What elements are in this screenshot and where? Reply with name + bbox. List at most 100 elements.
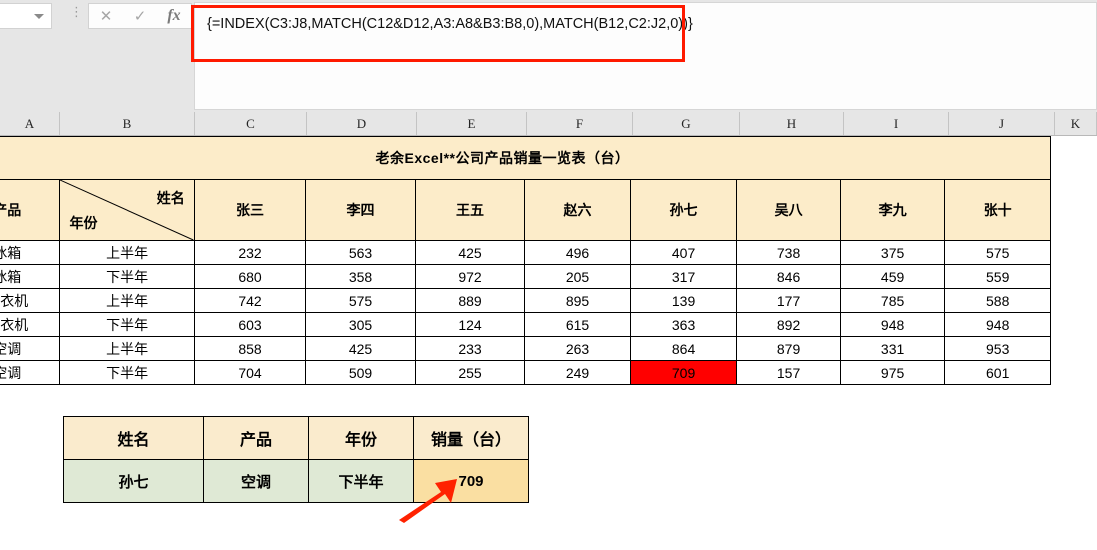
cell-value[interactable]: 407 [629, 240, 738, 265]
diagonal-header-cell: 姓名 年份 [59, 179, 195, 241]
cell-value[interactable]: 615 [524, 312, 631, 337]
column-header-row: A B C D E F G H I J K [0, 112, 1097, 136]
cell-value[interactable]: 425 [414, 240, 526, 265]
cell-period[interactable]: 下半年 [59, 312, 195, 337]
cell-product[interactable]: 空调 [0, 336, 61, 361]
cell-value[interactable]: 305 [305, 312, 416, 337]
cell-value[interactable]: 575 [944, 240, 1051, 265]
cell-value[interactable]: 738 [736, 240, 841, 265]
fx-icon[interactable]: fx [159, 8, 189, 24]
lookup-value-period[interactable]: 下半年 [308, 459, 414, 503]
formula-text: {=INDEX(C3:J8,MATCH(C12&D12,A3:A8&B3:B8,… [207, 16, 693, 32]
table-row: 洗衣机 下半年 603 305 124 615 363 892 948 948 [0, 312, 1051, 337]
cell-value[interactable]: 263 [524, 336, 631, 361]
column-header-a[interactable]: A [0, 112, 60, 135]
column-header-c[interactable]: C [195, 112, 307, 135]
cell-value[interactable]: 704 [193, 360, 307, 385]
column-header-k[interactable]: K [1055, 112, 1097, 135]
cell-value[interactable]: 205 [524, 264, 631, 289]
cell-value[interactable]: 846 [736, 264, 841, 289]
cell-product[interactable]: 洗衣机 [0, 312, 61, 337]
diagonal-header-upper-label: 姓名 [156, 192, 185, 207]
cell-value-highlighted[interactable]: 709 [629, 360, 738, 385]
column-header-e[interactable]: E [417, 112, 527, 135]
cell-value[interactable]: 948 [839, 312, 946, 337]
cell-value[interactable]: 559 [944, 264, 1051, 289]
table-row: 冰箱 上半年 232 563 425 496 407 738 375 575 [0, 240, 1051, 265]
header-product: 产品 [0, 179, 61, 241]
table-title: 老余Excel**公司产品销量一览表（台） [0, 136, 1051, 180]
cell-period[interactable]: 上半年 [59, 336, 195, 361]
cell-value[interactable]: 975 [839, 360, 946, 385]
cell-value[interactable]: 375 [839, 240, 946, 265]
cell-value[interactable]: 864 [629, 336, 738, 361]
cell-value[interactable]: 255 [414, 360, 526, 385]
close-icon[interactable]: ✕ [91, 9, 121, 24]
cell-value[interactable]: 331 [839, 336, 946, 361]
cell-value[interactable]: 563 [305, 240, 416, 265]
formula-action-buttons: ✕ ✓ fx [88, 3, 192, 29]
cell-product[interactable]: 空调 [0, 360, 61, 385]
name-box[interactable] [0, 3, 52, 29]
cell-value[interactable]: 509 [305, 360, 416, 385]
cell-value[interactable]: 742 [193, 288, 307, 313]
lookup-header-name: 姓名 [63, 416, 204, 460]
column-header-b[interactable]: B [60, 112, 195, 135]
cell-value[interactable]: 680 [193, 264, 307, 289]
cell-value[interactable]: 177 [736, 288, 841, 313]
table-row: 冰箱 下半年 680 358 972 205 317 846 459 559 [0, 264, 1051, 289]
cell-value[interactable]: 889 [414, 288, 526, 313]
cell-value[interactable]: 588 [944, 288, 1051, 313]
cell-value[interactable]: 249 [524, 360, 631, 385]
cell-value[interactable]: 879 [736, 336, 841, 361]
vertical-dots-icon: ⋮ [70, 4, 83, 19]
column-header-i[interactable]: I [844, 112, 949, 135]
cell-period[interactable]: 下半年 [59, 360, 195, 385]
cell-value[interactable]: 601 [944, 360, 1051, 385]
lookup-result-cell[interactable]: 709 [413, 459, 529, 503]
cell-value[interactable]: 157 [736, 360, 841, 385]
cell-value[interactable]: 233 [414, 336, 526, 361]
lookup-header-period: 年份 [308, 416, 414, 460]
formula-input[interactable]: {=INDEX(C3:J8,MATCH(C12&D12,A3:A8&B3:B8,… [194, 2, 1097, 110]
cell-value[interactable]: 785 [839, 288, 946, 313]
header-name-1: 李四 [305, 179, 416, 241]
cell-value[interactable]: 603 [193, 312, 307, 337]
cell-product[interactable]: 冰箱 [0, 264, 61, 289]
lookup-result-table: 姓名 产品 年份 销量（台） 孙七 空调 下半年 709 [63, 416, 529, 503]
column-header-j[interactable]: J [949, 112, 1055, 135]
header-name-0: 张三 [193, 179, 307, 241]
cell-product[interactable]: 洗衣机 [0, 288, 61, 313]
cell-value[interactable]: 124 [414, 312, 526, 337]
table-row: 空调 上半年 858 425 233 263 864 879 331 953 [0, 336, 1051, 361]
cell-value[interactable]: 363 [629, 312, 738, 337]
check-icon[interactable]: ✓ [125, 9, 155, 24]
cell-value[interactable]: 895 [524, 288, 631, 313]
cell-value[interactable]: 496 [524, 240, 631, 265]
column-header-h[interactable]: H [740, 112, 844, 135]
cell-value[interactable]: 459 [839, 264, 946, 289]
cell-value[interactable]: 358 [305, 264, 416, 289]
cell-value[interactable]: 425 [305, 336, 416, 361]
cell-value[interactable]: 948 [944, 312, 1051, 337]
cell-value[interactable]: 317 [629, 264, 738, 289]
chevron-down-icon[interactable] [34, 14, 44, 19]
cell-period[interactable]: 上半年 [59, 288, 195, 313]
column-header-f[interactable]: F [527, 112, 633, 135]
cell-value[interactable]: 972 [414, 264, 526, 289]
cell-product[interactable]: 冰箱 [0, 240, 61, 265]
worksheet-grid: 老余Excel**公司产品销量一览表（台） 产品 姓名 年份 张三 李四 王五 … [0, 136, 1097, 550]
cell-value[interactable]: 953 [944, 336, 1051, 361]
column-header-g[interactable]: G [633, 112, 740, 135]
cell-period[interactable]: 下半年 [59, 264, 195, 289]
cell-value[interactable]: 858 [193, 336, 307, 361]
column-header-d[interactable]: D [307, 112, 417, 135]
cell-period[interactable]: 上半年 [59, 240, 195, 265]
cell-value[interactable]: 575 [305, 288, 416, 313]
lookup-value-product[interactable]: 空调 [203, 459, 309, 503]
lookup-value-name[interactable]: 孙七 [63, 459, 204, 503]
cell-value[interactable]: 232 [193, 240, 307, 265]
diagonal-header-lower-label: 年份 [69, 217, 98, 232]
cell-value[interactable]: 892 [736, 312, 841, 337]
cell-value[interactable]: 139 [629, 288, 738, 313]
